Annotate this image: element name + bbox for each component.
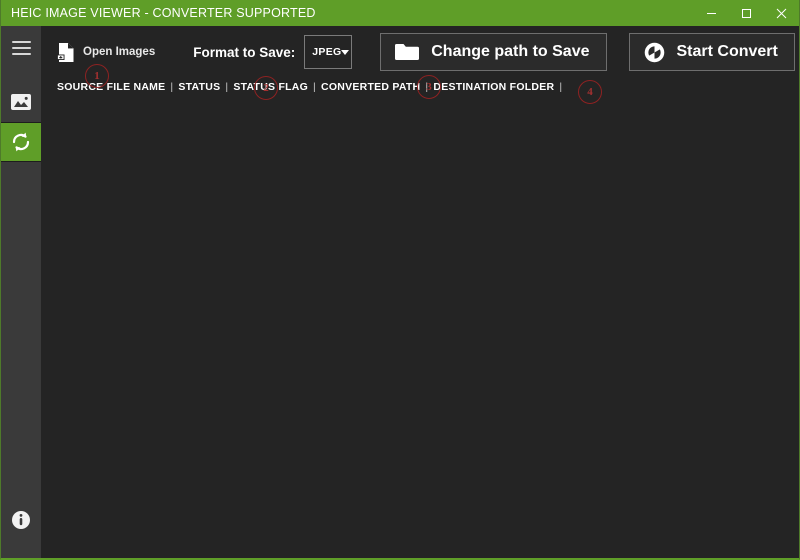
toolbar: Open Images Format to Save: JPEG Change …	[41, 26, 799, 78]
convert-refresh-icon	[12, 132, 30, 152]
sidebar-item-info[interactable]	[1, 500, 41, 540]
column-header-status[interactable]: STATUS	[178, 81, 220, 93]
column-separator[interactable]: |	[554, 81, 567, 93]
column-separator[interactable]: |	[308, 81, 321, 93]
sidebar-item-converter[interactable]	[1, 122, 41, 162]
maximize-button[interactable]	[729, 0, 764, 26]
window-title: HEIC IMAGE VIEWER - CONVERTER SUPPORTED	[11, 6, 316, 20]
document-add-icon	[57, 42, 74, 62]
column-separator[interactable]: |	[165, 81, 178, 93]
close-button[interactable]	[764, 0, 799, 26]
title-bar: HEIC IMAGE VIEWER - CONVERTER SUPPORTED	[1, 0, 799, 26]
chevron-down-icon	[341, 49, 350, 55]
open-images-button[interactable]: Open Images	[57, 42, 155, 63]
column-header-status-flag[interactable]: STATUS FLAG	[233, 81, 308, 93]
window-controls	[694, 0, 799, 26]
sidebar-item-menu[interactable]	[1, 28, 41, 68]
open-images-label: Open Images	[83, 46, 156, 58]
table-column-headers: SOURCE FILE NAME | STATUS | STATUS FLAG …	[41, 78, 799, 96]
format-select[interactable]: JPEG	[304, 35, 353, 69]
column-header-converted-path[interactable]: CONVERTED PATH	[321, 81, 420, 93]
start-convert-button[interactable]: Start Convert	[628, 33, 795, 71]
info-icon	[12, 511, 30, 529]
minimize-button[interactable]	[694, 0, 729, 26]
start-convert-label: Start Convert	[676, 43, 778, 60]
column-separator[interactable]: |	[420, 81, 433, 93]
file-list-area[interactable]	[41, 102, 799, 558]
sync-convert-icon	[644, 42, 664, 62]
hamburger-menu-icon	[11, 41, 31, 55]
sidebar-item-images[interactable]	[1, 82, 41, 122]
image-icon	[11, 94, 31, 110]
change-path-label: Change path to Save	[431, 43, 590, 60]
main-panel: Open Images Format to Save: JPEG Change …	[41, 26, 799, 558]
format-select-value: JPEG	[312, 46, 342, 58]
column-header-destination-folder[interactable]: DESTINATION FOLDER	[433, 81, 554, 93]
format-to-save-label: Format to Save:	[193, 44, 296, 60]
column-header-source-file-name[interactable]: SOURCE FILE NAME	[57, 81, 165, 93]
column-separator[interactable]: |	[220, 81, 233, 93]
sidebar	[1, 26, 41, 558]
folder-icon	[395, 44, 420, 60]
change-path-button[interactable]: Change path to Save	[380, 33, 607, 71]
application-window: HEIC IMAGE VIEWER - CONVERTER SUPPORTED	[0, 0, 800, 560]
